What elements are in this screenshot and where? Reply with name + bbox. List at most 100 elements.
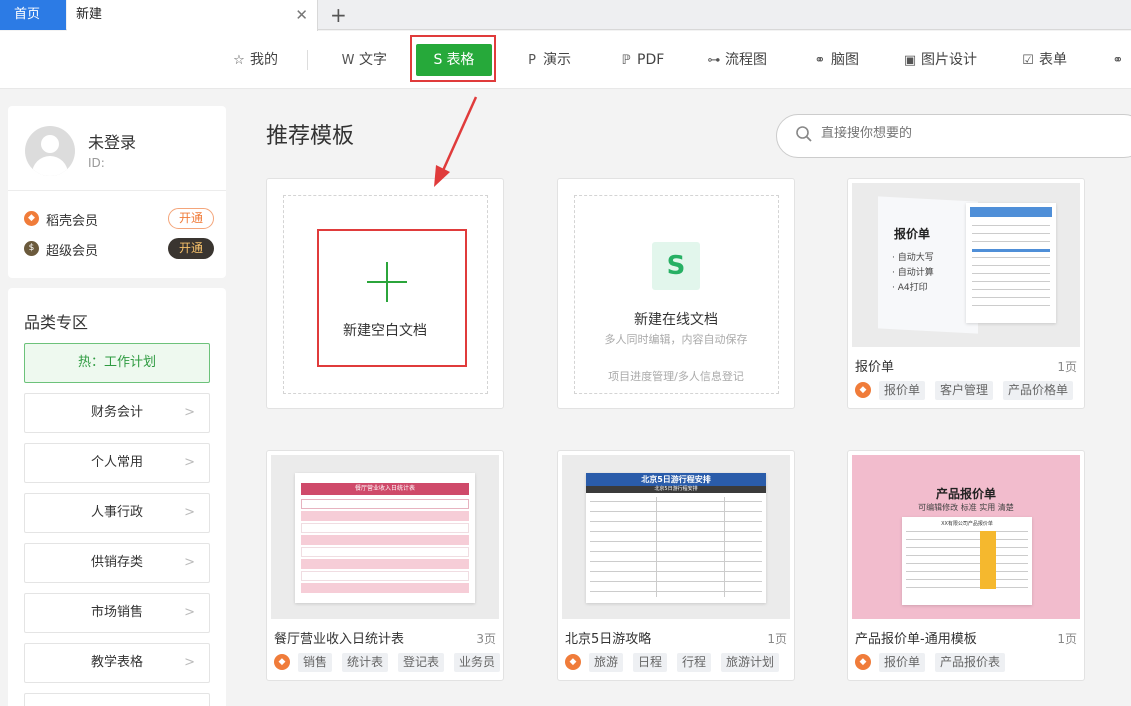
- category-item-marketing[interactable]: 市场销售>: [24, 593, 210, 633]
- online-desc: 多人同时编辑，内容自动保存: [558, 331, 794, 347]
- tag[interactable]: 销售: [298, 653, 332, 672]
- tab-bar: 首页 新建 ✕ +: [0, 0, 1131, 30]
- new-online-label: 新建在线文档: [558, 309, 794, 329]
- tag[interactable]: 统计表: [342, 653, 388, 672]
- docer-icon: ◆: [855, 382, 871, 398]
- tag[interactable]: 业务员: [454, 653, 500, 672]
- toolbar-item-mine[interactable]: ☆我的: [231, 31, 278, 89]
- divider: [8, 190, 226, 191]
- toolbar-item-image-design[interactable]: ▣图片设计: [902, 31, 977, 89]
- toolbar-label: 图片设计: [921, 52, 977, 68]
- tab-new[interactable]: 新建 ✕: [67, 0, 318, 31]
- thumb-title: 北京5日游行程安排: [586, 473, 766, 486]
- tag[interactable]: 客户管理: [935, 381, 993, 400]
- chevron-right-icon: >: [184, 644, 195, 682]
- avatar[interactable]: [25, 126, 75, 176]
- annotation-arrow: [430, 95, 480, 190]
- chevron-right-icon: >: [184, 494, 195, 532]
- toolbar-label: 我的: [250, 52, 278, 68]
- category-item-personal[interactable]: 个人常用 >: [24, 443, 210, 483]
- tag[interactable]: 旅游: [589, 653, 623, 672]
- template-card-beijing[interactable]: 北京5日游行程安排 北京5日游行程安排 北京5日游攻略 1页 ◆ 旅游 日程 行…: [557, 450, 795, 681]
- tab-new-label: 新建: [76, 7, 102, 22]
- template-pages: 3页: [476, 630, 496, 647]
- new-online-doc-card[interactable]: S 新建在线文档 多人同时编辑，内容自动保存 项目进度管理/多人信息登记: [557, 178, 795, 409]
- thumb-title: 报价单: [894, 225, 930, 242]
- tab-home[interactable]: 首页: [0, 0, 66, 30]
- pdf-icon: ℙ: [618, 32, 634, 90]
- toolbar-item-more[interactable]: ⚭: [1110, 31, 1129, 89]
- category-item-supply[interactable]: 供销存类>: [24, 543, 210, 583]
- toolbar-item-presentation[interactable]: P演示: [524, 31, 571, 89]
- tag[interactable]: 产品价格单: [1003, 381, 1073, 400]
- new-blank-label: 新建空白文档: [267, 320, 503, 340]
- close-icon[interactable]: ✕: [295, 0, 308, 30]
- thumb-bullets: · 自动大写 · 自动计算 · A4打印: [892, 251, 934, 296]
- form-icon: ☑: [1020, 32, 1036, 90]
- category-item-more[interactable]: [24, 693, 210, 706]
- toolbar-item-sheet[interactable]: S表格: [416, 44, 492, 76]
- membership-label: 超级会员: [46, 240, 98, 259]
- category-item-finance[interactable]: 财务会计>: [24, 393, 210, 433]
- template-name: 北京5日游攻略: [565, 628, 651, 647]
- add-tab-icon[interactable]: +: [330, 0, 347, 30]
- toolbar-divider: [307, 50, 308, 70]
- category-hot[interactable]: 热：工作计划: [24, 343, 210, 383]
- dashed-frame: [574, 195, 779, 394]
- toolbar-item-text[interactable]: W文字: [340, 31, 387, 89]
- toolbar-label: 表格: [446, 52, 474, 68]
- template-name: 报价单: [855, 356, 894, 375]
- star-icon: ☆: [231, 32, 247, 90]
- category-item-teaching[interactable]: 教学表格>: [24, 643, 210, 683]
- tag[interactable]: 行程: [677, 653, 711, 672]
- activate-super-button[interactable]: 开通: [168, 238, 214, 259]
- search-icon: [795, 125, 813, 143]
- tag[interactable]: 报价单: [879, 381, 925, 400]
- activate-docer-button[interactable]: 开通: [168, 208, 214, 229]
- user-name[interactable]: 未登录: [88, 129, 136, 153]
- toolbar-item-mindmap[interactable]: ⚭脑图: [812, 31, 859, 89]
- template-card-product-quote[interactable]: 产品报价单 可编辑修改 标准 实用 清楚 XX有限公司产品报价单 产品报价单-通…: [847, 450, 1085, 681]
- toolbar-item-form[interactable]: ☑表单: [1020, 31, 1067, 89]
- template-card-restaurant[interactable]: 餐厅营业收入日统计表 餐厅营业收入日统计表 3页 ◆ 销售 统计表 登记表 业务…: [266, 450, 504, 681]
- search-input[interactable]: [821, 126, 1101, 141]
- mindmap-icon: ⚭: [812, 32, 828, 90]
- tag[interactable]: 日程: [633, 653, 667, 672]
- flowchart-icon: ⊶: [706, 32, 722, 90]
- category-item-hr[interactable]: 人事行政 >: [24, 493, 210, 533]
- sheet-icon: S: [434, 52, 443, 68]
- toolbar-item-pdf[interactable]: ℙPDF: [618, 31, 664, 89]
- word-icon: W: [340, 32, 356, 90]
- template-pages: 1页: [767, 630, 787, 647]
- online-sheet-icon: S: [652, 242, 700, 290]
- search-box[interactable]: [776, 114, 1131, 158]
- docer-icon: ◆: [855, 654, 871, 670]
- thumb-subtitle: 北京5日游行程安排: [586, 486, 766, 493]
- template-card-quote[interactable]: 报价单 · 自动大写 · 自动计算 · A4打印 报价单 1页 ◆ 报价单 客户…: [847, 178, 1085, 409]
- tag[interactable]: 旅游计划: [721, 653, 779, 672]
- chevron-right-icon: >: [184, 594, 195, 632]
- membership-row-super: $ 超级会员 开通: [24, 238, 214, 260]
- template-thumbnail: 餐厅营业收入日统计表: [271, 455, 499, 619]
- chevron-right-icon: >: [184, 394, 195, 432]
- share-icon: ⚭: [1110, 32, 1126, 90]
- thumb-title: 产品报价单: [852, 485, 1080, 502]
- tag[interactable]: 产品报价表: [935, 653, 1005, 672]
- user-id: ID:: [88, 156, 105, 170]
- presentation-icon: P: [524, 32, 540, 90]
- toolbar-label: 脑图: [831, 52, 859, 68]
- tag[interactable]: 报价单: [879, 653, 925, 672]
- membership-label: 稻壳会员: [46, 210, 98, 229]
- category-label: 个人常用: [91, 455, 143, 470]
- tag[interactable]: 登记表: [398, 653, 444, 672]
- template-thumbnail: 报价单 · 自动大写 · 自动计算 · A4打印: [852, 183, 1080, 347]
- thumb-subtitle: 可编辑修改 标准 实用 清楚: [852, 502, 1080, 513]
- chevron-right-icon: >: [184, 444, 195, 482]
- toolbar-label: PDF: [637, 52, 664, 68]
- toolbar-item-flowchart[interactable]: ⊶流程图: [706, 31, 767, 89]
- super-member-icon: $: [24, 241, 39, 256]
- category-label: 人事行政: [91, 505, 143, 520]
- thumb-company: XX有限公司产品报价单: [902, 520, 1032, 527]
- new-blank-doc-card[interactable]: 新建空白文档: [266, 178, 504, 409]
- docer-icon: ◆: [565, 654, 581, 670]
